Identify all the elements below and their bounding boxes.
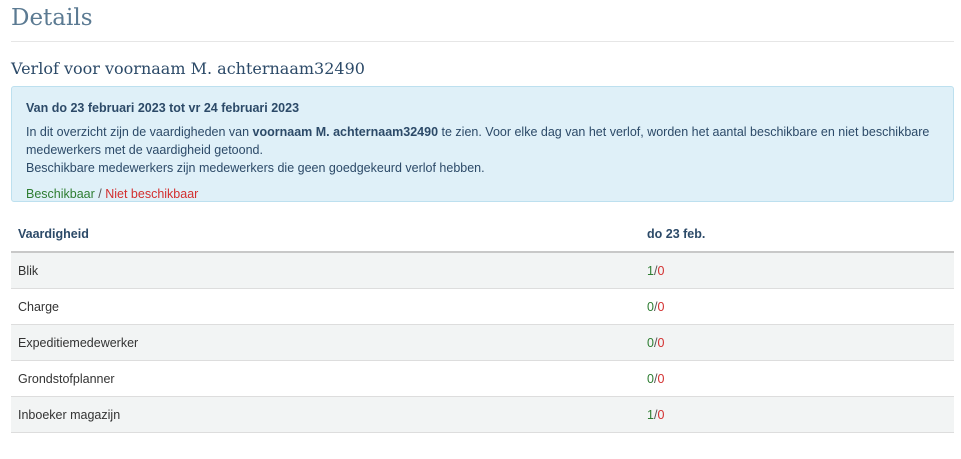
availability-cell: 1/0 [640,396,954,433]
page-title: Details [11,0,954,42]
available-count: 0 [647,335,654,350]
skill-name: Charge [11,288,640,325]
availability-cell: 0/0 [640,288,954,325]
availability-cell: 0/0 [640,324,954,361]
skill-name: Grondstofplanner [11,360,640,397]
availability-cell: 0/0 [640,360,954,397]
available-count: 1 [647,407,654,422]
skills-table: Vaardigheid do 23 feb. Blik 1/0 Charge 0… [11,217,954,433]
unavailable-count: 0 [657,335,665,350]
header-skill: Vaardigheid [11,217,640,253]
skill-name: Inboeker magazijn [11,396,640,433]
info-description: In dit overzicht zijn de vaardigheden va… [26,123,939,159]
details-page: Details Verlof voor voornaam M. achterna… [11,0,954,433]
table-row: Expeditiemedewerker 0/0 [11,324,954,361]
available-count: 0 [647,299,654,314]
unavailable-count: 0 [657,371,665,386]
info-description-pre: In dit overzicht zijn de vaardigheden va… [26,125,253,139]
unavailable-count: 0 [657,407,665,422]
unavailable-count: 0 [657,263,665,278]
available-count: 1 [647,263,654,278]
info-available-explanation: Beschikbare medewerkers zijn medewerkers… [26,161,485,175]
unavailable-count: 0 [657,299,665,314]
availability-cell: 1/0 [640,252,954,289]
table-header-row: Vaardigheid do 23 feb. [11,217,954,253]
leave-date-range: Van do 23 februari 2023 tot vr 24 februa… [26,101,300,115]
employee-name: voornaam M. achternaam32490 [252,125,439,139]
skill-name: Blik [11,252,640,289]
table-row: Inboeker magazijn 1/0 [11,396,954,433]
legend-available: Beschikbaar [26,187,95,201]
table-row: Grondstofplanner 0/0 [11,360,954,397]
skill-name: Expeditiemedewerker [11,324,640,361]
leave-subtitle: Verlof voor voornaam M. achternaam32490 [11,59,365,78]
info-box: Van do 23 februari 2023 tot vr 24 februa… [11,86,954,202]
legend-separator: / [94,187,106,201]
table-row: Charge 0/0 [11,288,954,325]
header-date: do 23 feb. [640,217,954,253]
legend-unavailable: Niet beschikbaar [105,187,199,201]
table-row: Blik 1/0 [11,252,954,289]
available-count: 0 [647,371,654,386]
legend: Beschikbaar / Niet beschikbaar [26,185,939,203]
